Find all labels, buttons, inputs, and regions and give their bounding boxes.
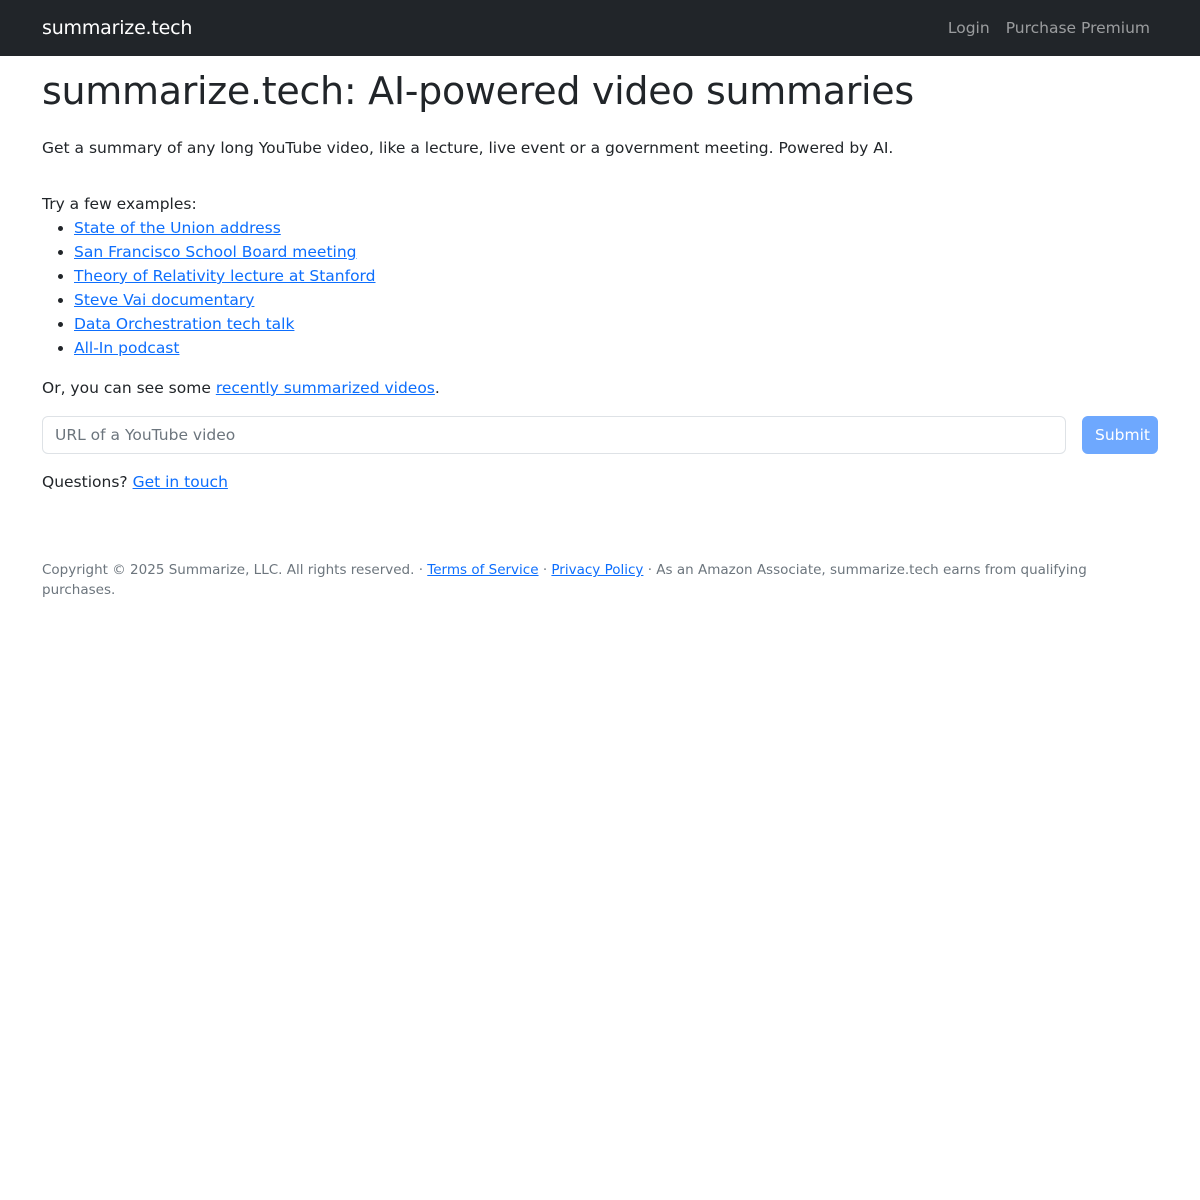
- recent-suffix: .: [434, 379, 440, 397]
- copyright-text: Copyright © 2025 Summarize, LLC. All rig…: [42, 562, 428, 578]
- example-link-data-orchestration[interactable]: Data Orchestration tech talk: [74, 315, 294, 333]
- example-link-all-in-podcast[interactable]: All-In podcast: [74, 339, 179, 357]
- recent-videos-link[interactable]: recently summarized videos: [216, 379, 435, 397]
- navbar: summarize.tech Login Purchase Premium: [0, 0, 1200, 56]
- privacy-policy-link[interactable]: Privacy Policy: [551, 562, 643, 578]
- footer-separator: ·: [538, 562, 552, 578]
- url-form: Submit: [42, 416, 1158, 454]
- recent-videos-text: Or, you can see some recently summarized…: [42, 376, 1158, 400]
- purchase-premium-link[interactable]: Purchase Premium: [1006, 19, 1150, 37]
- questions-text: Questions? Get in touch: [42, 470, 1158, 494]
- login-link[interactable]: Login: [948, 19, 990, 37]
- terms-of-service-link[interactable]: Terms of Service: [427, 562, 538, 578]
- questions-prefix: Questions?: [42, 473, 133, 491]
- examples-list: State of the Union address San Francisco…: [42, 216, 1158, 360]
- nav-links: Login Purchase Premium: [948, 19, 1150, 37]
- examples-label: Try a few examples:: [42, 195, 197, 213]
- get-in-touch-link[interactable]: Get in touch: [133, 473, 228, 491]
- list-item: All-In podcast: [74, 336, 1158, 360]
- example-link-sf-school-board[interactable]: San Francisco School Board meeting: [74, 243, 357, 261]
- recent-prefix: Or, you can see some: [42, 379, 216, 397]
- example-link-state-of-the-union[interactable]: State of the Union address: [74, 219, 281, 237]
- list-item: Data Orchestration tech talk: [74, 312, 1158, 336]
- list-item: Steve Vai documentary: [74, 288, 1158, 312]
- list-item: San Francisco School Board meeting: [74, 240, 1158, 264]
- example-link-relativity-lecture[interactable]: Theory of Relativity lecture at Stanford: [74, 267, 376, 285]
- main-content: summarize.tech: AI-powered video summari…: [0, 68, 1200, 600]
- example-link-steve-vai[interactable]: Steve Vai documentary: [74, 291, 254, 309]
- footer: Copyright © 2025 Summarize, LLC. All rig…: [42, 560, 1158, 600]
- list-item: State of the Union address: [74, 216, 1158, 240]
- list-item: Theory of Relativity lecture at Stanford: [74, 264, 1158, 288]
- url-input[interactable]: [42, 416, 1066, 454]
- submit-button[interactable]: Submit: [1082, 416, 1158, 454]
- brand-link[interactable]: summarize.tech: [42, 17, 192, 39]
- intro-text: Get a summary of any long YouTube video,…: [42, 139, 894, 157]
- page-title: summarize.tech: AI-powered video summari…: [42, 69, 914, 113]
